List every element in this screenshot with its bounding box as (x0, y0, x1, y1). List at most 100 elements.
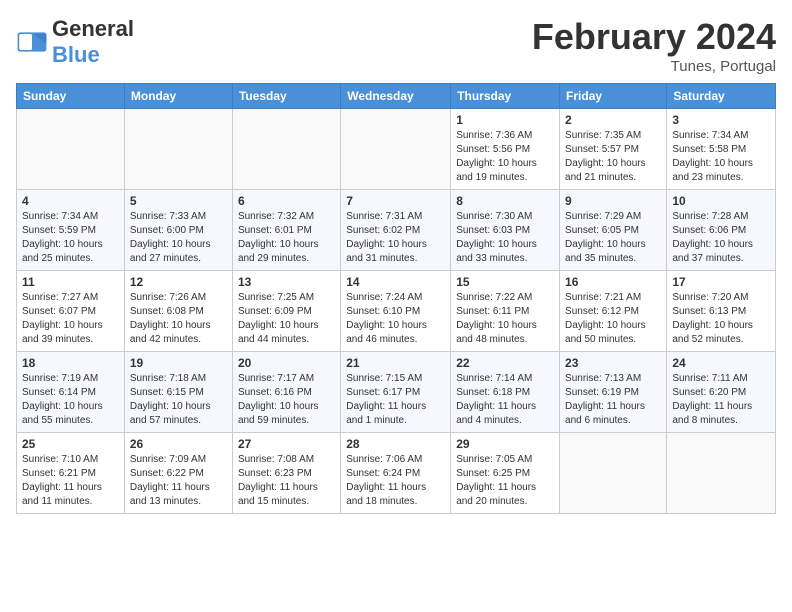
day-info: Sunrise: 7:34 AM Sunset: 5:58 PM Dayligh… (672, 129, 770, 185)
day-info: Sunrise: 7:36 AM Sunset: 5:56 PM Dayligh… (456, 129, 554, 185)
col-header-thursday: Thursday (451, 84, 560, 109)
calendar-week-1: 1 Sunrise: 7:36 AM Sunset: 5:56 PM Daylig… (17, 109, 776, 190)
day-number: 6 (238, 194, 335, 208)
title-block: February 2024 Tunes, Portugal (532, 16, 776, 75)
logo: General Blue (16, 16, 134, 68)
day-info: Sunrise: 7:29 AM Sunset: 6:05 PM Dayligh… (565, 210, 661, 266)
day-info: Sunrise: 7:15 AM Sunset: 6:17 PM Dayligh… (346, 372, 445, 428)
day-info: Sunrise: 7:17 AM Sunset: 6:16 PM Dayligh… (238, 372, 335, 428)
day-info: Sunrise: 7:22 AM Sunset: 6:11 PM Dayligh… (456, 291, 554, 347)
calendar-cell: 21 Sunrise: 7:15 AM Sunset: 6:17 PM Dayli… (341, 352, 451, 433)
calendar-cell: 14Sunrise: 7:24 AM Sunset: 6:10 PM Dayli… (341, 271, 451, 352)
day-number: 15 (456, 275, 554, 289)
day-number: 11 (22, 275, 119, 289)
day-number: 27 (238, 437, 335, 451)
logo-general-text: General (52, 16, 134, 41)
day-number: 1 (456, 113, 554, 127)
col-header-monday: Monday (124, 84, 232, 109)
day-info: Sunrise: 7:14 AM Sunset: 6:18 PM Dayligh… (456, 372, 554, 428)
calendar-cell: 18 Sunrise: 7:19 AM Sunset: 6:14 PM Dayli… (17, 352, 125, 433)
calendar-cell (17, 109, 125, 190)
calendar-cell (232, 109, 340, 190)
day-number: 29 (456, 437, 554, 451)
day-number: 5 (130, 194, 227, 208)
day-info: Sunrise: 7:24 AM Sunset: 6:10 PM Dayligh… (346, 291, 445, 347)
calendar-cell: 3 Sunrise: 7:34 AM Sunset: 5:58 PM Daylig… (667, 109, 776, 190)
col-header-wednesday: Wednesday (341, 84, 451, 109)
day-number: 13 (238, 275, 335, 289)
day-number: 9 (565, 194, 661, 208)
calendar-cell: 23 Sunrise: 7:13 AM Sunset: 6:19 PM Dayli… (560, 352, 667, 433)
calendar-cell: 17 Sunrise: 7:20 AM Sunset: 6:13 PM Dayli… (667, 271, 776, 352)
day-number: 17 (672, 275, 770, 289)
day-info: Sunrise: 7:08 AM Sunset: 6:23 PM Dayligh… (238, 453, 335, 509)
day-info: Sunrise: 7:32 AM Sunset: 6:01 PM Dayligh… (238, 210, 335, 266)
day-number: 26 (130, 437, 227, 451)
day-number: 22 (456, 356, 554, 370)
calendar-cell: 22 Sunrise: 7:14 AM Sunset: 6:18 PM Dayli… (451, 352, 560, 433)
calendar-cell: 16 Sunrise: 7:21 AM Sunset: 6:12 PM Dayli… (560, 271, 667, 352)
day-number: 25 (22, 437, 119, 451)
calendar-cell: 7 Sunrise: 7:31 AM Sunset: 6:02 PM Daylig… (341, 190, 451, 271)
day-info: Sunrise: 7:06 AM Sunset: 6:24 PM Dayligh… (346, 453, 445, 509)
day-number: 12 (130, 275, 227, 289)
day-info: Sunrise: 7:19 AM Sunset: 6:14 PM Dayligh… (22, 372, 119, 428)
day-info: Sunrise: 7:34 AM Sunset: 5:59 PM Dayligh… (22, 210, 119, 266)
logo-blue-text: Blue (52, 42, 100, 67)
day-number: 10 (672, 194, 770, 208)
location: Tunes, Portugal (532, 58, 776, 75)
calendar-table: SundayMondayTuesdayWednesdayThursdayFrid… (16, 83, 776, 514)
day-info: Sunrise: 7:28 AM Sunset: 6:06 PM Dayligh… (672, 210, 770, 266)
calendar-cell: 13 Sunrise: 7:25 AM Sunset: 6:09 PM Dayli… (232, 271, 340, 352)
calendar-cell: 28 Sunrise: 7:06 AM Sunset: 6:24 PM Dayli… (341, 433, 451, 514)
calendar-cell: 20 Sunrise: 7:17 AM Sunset: 6:16 PM Dayli… (232, 352, 340, 433)
calendar-cell: 26 Sunrise: 7:09 AM Sunset: 6:22 PM Dayli… (124, 433, 232, 514)
day-number: 21 (346, 356, 445, 370)
calendar-cell: 1 Sunrise: 7:36 AM Sunset: 5:56 PM Daylig… (451, 109, 560, 190)
calendar-week-4: 18 Sunrise: 7:19 AM Sunset: 6:14 PM Dayli… (17, 352, 776, 433)
calendar-cell: 12Sunrise: 7:26 AM Sunset: 6:08 PM Dayli… (124, 271, 232, 352)
calendar-cell: 19 Sunrise: 7:18 AM Sunset: 6:15 PM Dayli… (124, 352, 232, 433)
day-info: Sunrise: 7:27 AM Sunset: 6:07 PM Dayligh… (22, 291, 119, 347)
calendar-header-row: SundayMondayTuesdayWednesdayThursdayFrid… (17, 84, 776, 109)
logo-icon (16, 26, 48, 58)
calendar-cell (124, 109, 232, 190)
day-info: Sunrise: 7:33 AM Sunset: 6:00 PM Dayligh… (130, 210, 227, 266)
calendar-cell: 5 Sunrise: 7:33 AM Sunset: 6:00 PM Daylig… (124, 190, 232, 271)
day-info: Sunrise: 7:18 AM Sunset: 6:15 PM Dayligh… (130, 372, 227, 428)
day-number: 23 (565, 356, 661, 370)
calendar-cell: 4 Sunrise: 7:34 AM Sunset: 5:59 PM Daylig… (17, 190, 125, 271)
day-info: Sunrise: 7:09 AM Sunset: 6:22 PM Dayligh… (130, 453, 227, 509)
calendar-cell: 10 Sunrise: 7:28 AM Sunset: 6:06 PM Dayli… (667, 190, 776, 271)
day-number: 8 (456, 194, 554, 208)
day-info: Sunrise: 7:35 AM Sunset: 5:57 PM Dayligh… (565, 129, 661, 185)
calendar-cell: 15 Sunrise: 7:22 AM Sunset: 6:11 PM Dayli… (451, 271, 560, 352)
day-number: 19 (130, 356, 227, 370)
col-header-saturday: Saturday (667, 84, 776, 109)
day-info: Sunrise: 7:13 AM Sunset: 6:19 PM Dayligh… (565, 372, 661, 428)
day-info: Sunrise: 7:20 AM Sunset: 6:13 PM Dayligh… (672, 291, 770, 347)
month-title: February 2024 (532, 16, 776, 58)
calendar-week-5: 25Sunrise: 7:10 AM Sunset: 6:21 PM Dayli… (17, 433, 776, 514)
day-number: 16 (565, 275, 661, 289)
day-number: 4 (22, 194, 119, 208)
col-header-friday: Friday (560, 84, 667, 109)
day-info: Sunrise: 7:11 AM Sunset: 6:20 PM Dayligh… (672, 372, 770, 428)
day-number: 20 (238, 356, 335, 370)
calendar-cell: 27 Sunrise: 7:08 AM Sunset: 6:23 PM Dayli… (232, 433, 340, 514)
col-header-sunday: Sunday (17, 84, 125, 109)
page-header: General Blue February 2024 Tunes, Portug… (16, 16, 776, 75)
day-number: 18 (22, 356, 119, 370)
day-info: Sunrise: 7:31 AM Sunset: 6:02 PM Dayligh… (346, 210, 445, 266)
calendar-cell (667, 433, 776, 514)
day-info: Sunrise: 7:05 AM Sunset: 6:25 PM Dayligh… (456, 453, 554, 509)
day-number: 28 (346, 437, 445, 451)
day-info: Sunrise: 7:25 AM Sunset: 6:09 PM Dayligh… (238, 291, 335, 347)
day-number: 7 (346, 194, 445, 208)
day-number: 2 (565, 113, 661, 127)
calendar-week-3: 11 Sunrise: 7:27 AM Sunset: 6:07 PM Dayli… (17, 271, 776, 352)
col-header-tuesday: Tuesday (232, 84, 340, 109)
day-number: 3 (672, 113, 770, 127)
calendar-cell (341, 109, 451, 190)
day-info: Sunrise: 7:21 AM Sunset: 6:12 PM Dayligh… (565, 291, 661, 347)
